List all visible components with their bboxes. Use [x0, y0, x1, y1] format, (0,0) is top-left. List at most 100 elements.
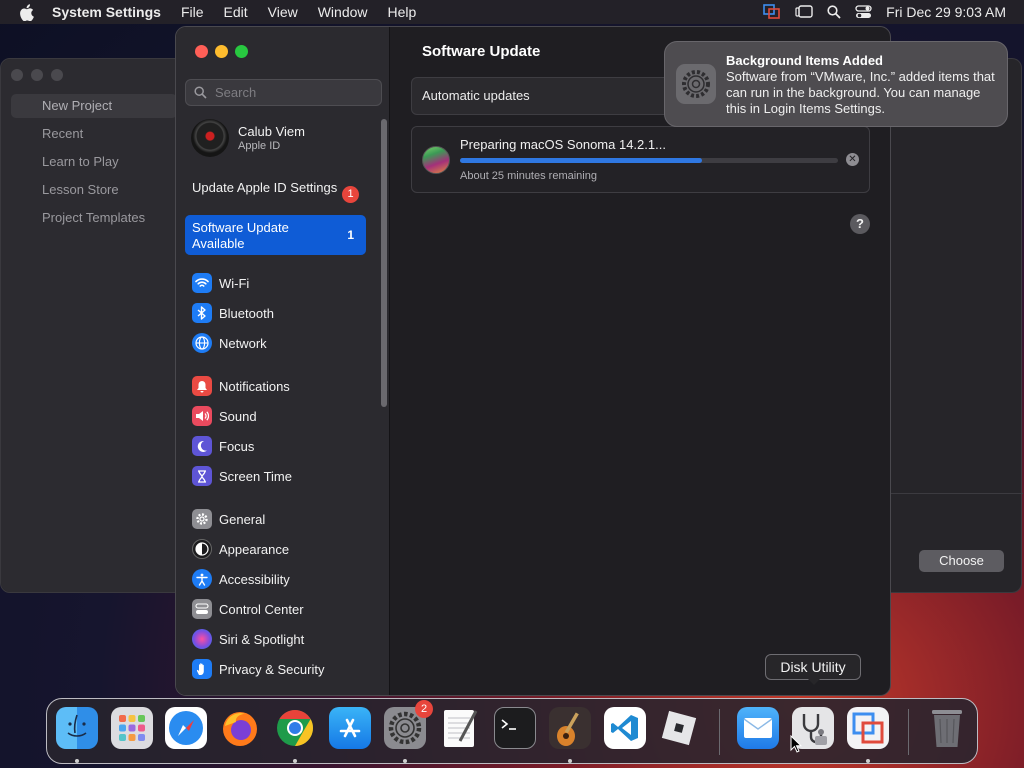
menu-view[interactable]: View — [258, 4, 308, 20]
mouse-cursor-icon — [790, 735, 802, 753]
hand-icon — [192, 659, 212, 679]
apple-menu-icon[interactable] — [0, 3, 52, 21]
bg-item-new-project[interactable]: New Project — [42, 98, 112, 113]
sidebar-item-screen-time[interactable]: Screen Time — [192, 465, 292, 487]
spotlight-search-icon[interactable] — [827, 5, 841, 19]
control-center-icon[interactable] — [855, 5, 872, 19]
choose-button[interactable]: Choose — [919, 550, 1004, 572]
menu-window[interactable]: Window — [308, 4, 378, 20]
garageband-dock-icon[interactable] — [549, 707, 591, 749]
sidebar-item-label: Sound — [219, 408, 257, 424]
software-update-available-item[interactable]: Software Update Available 1 — [185, 215, 366, 255]
bg-item-lesson-store[interactable]: Lesson Store — [42, 182, 119, 197]
firefox-dock-icon[interactable] — [219, 707, 261, 749]
sidebar-item-network[interactable]: Network — [192, 332, 267, 354]
sidebar-item-label: Screen Time — [219, 468, 292, 484]
trash-dock-icon[interactable] — [926, 707, 968, 749]
dock: 2 — [46, 698, 978, 764]
menu-file[interactable]: File — [171, 4, 214, 20]
sidebar-item-accessibility[interactable]: Accessibility — [192, 568, 290, 590]
minimize-window-button[interactable] — [215, 45, 228, 58]
notification-body: Software from “VMware, Inc.” added items… — [726, 69, 995, 116]
chrome-running-indicator — [293, 759, 297, 763]
notification-title: Background Items Added — [726, 53, 883, 68]
finder-dock-icon[interactable] — [56, 707, 98, 749]
vscode-dock-icon[interactable] — [604, 707, 646, 749]
update-progress-bar — [460, 158, 838, 163]
roblox-dock-icon[interactable] — [658, 707, 700, 749]
menu-help[interactable]: Help — [378, 4, 427, 20]
update-apple-id-settings-item[interactable]: Update Apple ID Settings — [192, 180, 352, 196]
vmware-fusion-dock-icon[interactable] — [847, 707, 889, 749]
menu-bar: System Settings File Edit View Window He… — [0, 0, 1024, 24]
search-field[interactable]: Search — [185, 79, 382, 106]
sidebar-item-label: General — [219, 511, 266, 527]
sidebar-item-label: Bluetooth — [219, 305, 274, 321]
vmware-status-icon[interactable] — [763, 4, 781, 20]
menu-clock[interactable]: Fri Dec 29 9:03 AM — [886, 4, 1006, 20]
textedit-dock-icon[interactable] — [439, 707, 481, 749]
software-update-count: 1 — [347, 228, 354, 242]
vmware-running-indicator — [866, 759, 870, 763]
zoom-window-button[interactable] — [235, 45, 248, 58]
menu-app-name[interactable]: System Settings — [52, 4, 171, 20]
hourglass-icon — [192, 466, 212, 486]
moon-icon — [192, 436, 212, 456]
terminal-dock-icon[interactable] — [494, 707, 536, 749]
dock-separator — [719, 709, 720, 755]
launchpad-dock-icon[interactable] — [111, 707, 153, 749]
cancel-update-icon[interactable]: ✕ — [846, 153, 859, 166]
help-button[interactable]: ? — [850, 214, 870, 234]
apple-id-account[interactable]: Calub Viem Apple ID — [191, 119, 305, 157]
sidebar-item-general[interactable]: General — [192, 508, 265, 530]
sidebar-item-notifications[interactable]: Notifications — [192, 375, 290, 397]
wifi-icon — [192, 273, 212, 293]
system-settings-dock-icon[interactable]: 2 — [384, 700, 433, 749]
gear-icon — [676, 64, 716, 104]
bg-item-project-templates[interactable]: Project Templates — [42, 210, 145, 225]
dock-separator — [908, 709, 909, 755]
chrome-dock-icon[interactable] — [274, 707, 316, 749]
background-sidebar — [1, 59, 177, 592]
sidebar-item-label: Accessibility — [219, 571, 290, 587]
system-settings-running-indicator — [403, 759, 407, 763]
appearance-icon — [192, 539, 212, 559]
app-store-dock-icon[interactable] — [329, 707, 371, 749]
update-title: Preparing macOS Sonoma 14.2.1... — [460, 137, 666, 152]
update-time-remaining: About 25 minutes remaining — [460, 170, 597, 182]
sidebar-item-label: Network — [219, 335, 267, 351]
sidebar-item-control-center[interactable]: Control Center — [192, 598, 304, 620]
bell-icon — [192, 376, 212, 396]
sidebar-item-focus[interactable]: Focus — [192, 435, 254, 457]
sidebar-item-label: Control Center — [219, 601, 304, 617]
sidebar-item-siri-spotlight[interactable]: Siri & Spotlight — [192, 628, 304, 650]
sidebar-item-label: Privacy & Security — [219, 661, 325, 677]
background-divider — [891, 493, 1023, 494]
sidebar-item-label: Appearance — [219, 541, 290, 557]
sidebar-item-wifi[interactable]: Wi-Fi — [192, 272, 249, 294]
menu-edit[interactable]: Edit — [214, 4, 258, 20]
settings-sidebar: Search Calub Viem Apple ID Update Apple … — [176, 27, 390, 695]
sidebar-item-privacy-security[interactable]: Privacy & Security — [192, 658, 324, 680]
sidebar-item-appearance[interactable]: Appearance — [192, 538, 289, 560]
sidebar-item-sound[interactable]: Sound — [192, 405, 257, 427]
macos-sonoma-icon — [422, 146, 450, 174]
gear-icon — [192, 509, 212, 529]
sidebar-scrollbar[interactable] — [381, 119, 387, 407]
sidebar-item-bluetooth[interactable]: Bluetooth — [192, 302, 274, 324]
bg-item-learn-to-play[interactable]: Learn to Play — [42, 154, 119, 169]
bg-item-recent[interactable]: Recent — [42, 126, 83, 141]
siri-icon — [192, 629, 212, 649]
stage-manager-icon[interactable] — [795, 5, 813, 19]
user-name: Calub Viem — [238, 124, 305, 139]
avatar — [191, 119, 229, 157]
update-progress-fill — [460, 158, 702, 163]
safari-dock-icon[interactable] — [165, 707, 207, 749]
notification-banner[interactable]: Background Items Added Software from “VM… — [664, 41, 1008, 127]
software-update-available-label: Software Update Available — [192, 220, 289, 251]
update-progress-card: Preparing macOS Sonoma 14.2.1... About 2… — [411, 126, 870, 193]
mail-dock-icon[interactable] — [737, 707, 779, 749]
search-icon — [194, 86, 207, 99]
close-window-button[interactable] — [195, 45, 208, 58]
bluetooth-icon — [192, 303, 212, 323]
